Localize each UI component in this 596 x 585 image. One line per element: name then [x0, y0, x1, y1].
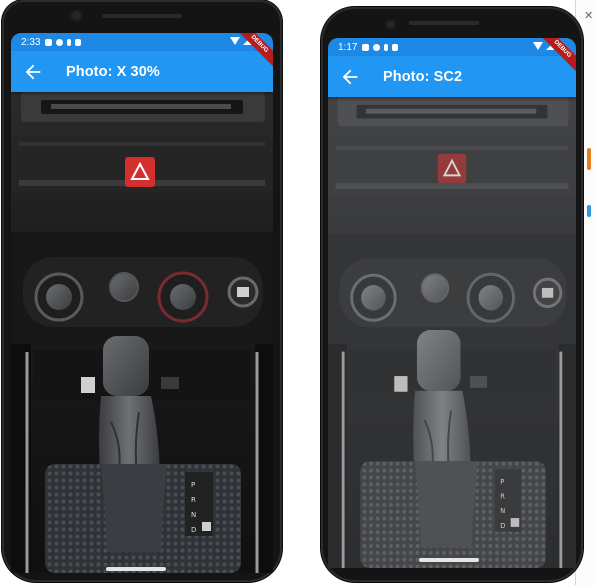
app-bar: Photo: X 30%: [11, 51, 273, 92]
car-console-photo: P R N D: [11, 92, 273, 573]
photo-image: P R N D: [11, 92, 273, 573]
phone-frame-right: 1:17 DEBUG Photo: SC2 P R N D: [321, 7, 583, 582]
sim-card-icon: [75, 38, 82, 46]
download-icon: [67, 38, 72, 46]
sim-card-icon: [392, 43, 399, 51]
page-title: Photo: SC2: [383, 68, 463, 85]
svg-text:D: D: [500, 522, 505, 530]
status-bar: 1:17: [328, 38, 576, 56]
shield-icon: [56, 38, 64, 46]
speaker-grille: [102, 14, 182, 18]
wifi-icon: [533, 42, 543, 50]
status-bar: 2:33: [11, 33, 273, 51]
page-title: Photo: X 30%: [66, 63, 160, 80]
close-icon[interactable]: ✕: [584, 9, 593, 22]
svg-text:R: R: [500, 492, 505, 500]
app-bar: Photo: SC2: [328, 56, 576, 97]
home-indicator[interactable]: [106, 567, 166, 571]
host-marker: [587, 148, 591, 170]
shield-icon: [373, 43, 381, 51]
front-camera: [70, 9, 83, 22]
svg-text:N: N: [191, 511, 196, 519]
svg-text:D: D: [191, 526, 196, 534]
gear-icon: [362, 43, 370, 51]
gear-icon: [45, 38, 53, 46]
svg-text:N: N: [500, 507, 505, 515]
front-camera: [385, 19, 396, 30]
download-icon: [384, 43, 389, 51]
arrow-back-icon[interactable]: [339, 66, 361, 88]
status-time: 1:17: [338, 41, 358, 53]
photo-image: P R N D: [328, 97, 576, 568]
svg-text:P: P: [191, 481, 195, 489]
speaker-grille: [409, 21, 479, 25]
host-marker: [587, 205, 591, 217]
phone-screen-right: 1:17 DEBUG Photo: SC2 P R N D: [328, 38, 576, 568]
arrow-back-icon[interactable]: [22, 61, 44, 83]
car-console-photo: P R N D: [328, 97, 576, 568]
phone-frame-left: 2:33 DEBUG Photo: X 30% P R N D: [2, 0, 282, 582]
wifi-icon: [230, 37, 240, 45]
svg-text:P: P: [500, 478, 504, 486]
home-indicator[interactable]: [419, 558, 479, 562]
svg-text:R: R: [191, 496, 196, 504]
status-time: 2:33: [21, 36, 41, 48]
phone-screen-left: 2:33 DEBUG Photo: X 30% P R N D: [11, 33, 273, 573]
